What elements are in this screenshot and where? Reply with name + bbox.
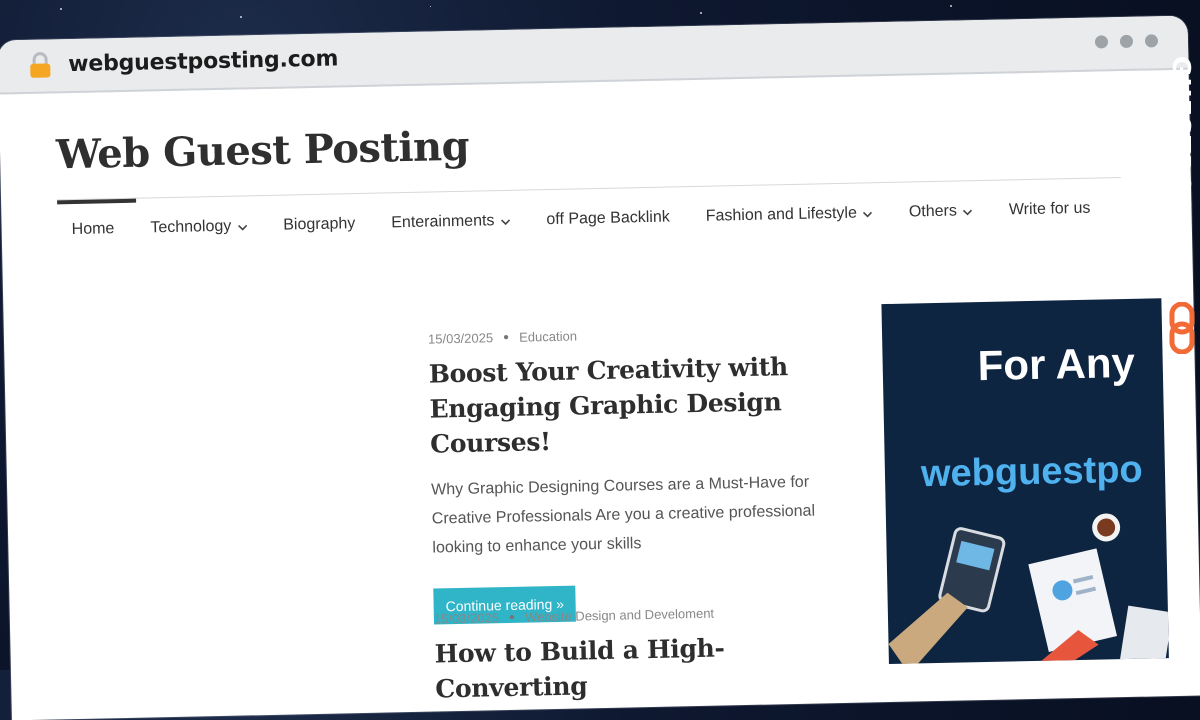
post-category[interactable]: Education	[519, 328, 577, 344]
browser-window: webguestposting.com Web Guest Posting Ho…	[0, 15, 1200, 720]
nav-item-label: off Page Backlink	[546, 208, 670, 229]
nav-item-write-for-us[interactable]: Write for us	[994, 179, 1112, 219]
post-card: 15/03/2025 ● Education Boost Your Creati…	[428, 323, 844, 625]
chevron-down-icon	[963, 207, 973, 217]
window-controls	[1094, 34, 1159, 49]
nav-item-label: Technology	[150, 217, 232, 237]
nav-item-others[interactable]: Others	[894, 182, 995, 222]
chevron-down-icon	[237, 222, 247, 232]
site-title[interactable]: Web Guest Posting	[56, 123, 470, 179]
nav-item-label: Write for us	[1008, 199, 1091, 219]
nav-item-label: Home	[71, 220, 115, 239]
nav-item-fashion-lifestyle[interactable]: Fashion and Lifestyle	[691, 184, 895, 226]
post-title[interactable]: How to Build a High-Converting	[434, 628, 845, 707]
sidebar-ad-banner[interactable]: For Any webguestpo	[881, 298, 1169, 665]
nav-item-off-page-backlink[interactable]: off Page Backlink	[532, 188, 692, 229]
address-bar: webguestposting.com	[0, 15, 1189, 95]
meta-separator: ●	[508, 611, 516, 623]
post-title[interactable]: Boost Your Creativity with Engaging Grap…	[428, 348, 840, 462]
lock-icon	[26, 51, 55, 80]
ad-illustration	[888, 513, 1169, 665]
nav-item-biography[interactable]: Biography	[269, 195, 378, 235]
nav-item-home[interactable]: Home	[57, 200, 136, 240]
window-dot[interactable]	[1119, 34, 1134, 49]
link-icon	[1168, 301, 1196, 359]
chevron-down-icon	[863, 209, 873, 219]
post-date[interactable]: 15/03/2025	[434, 610, 499, 626]
nav-item-label: Biography	[283, 215, 356, 234]
post-excerpt: Why Graphic Designing Courses are a Must…	[431, 473, 816, 557]
post-card: 15/03/2025 ● Website Design and Develome…	[434, 603, 846, 707]
brand-wordmark: GUESTPOSTLINKS	[1167, 56, 1196, 322]
nav-item-label: Others	[908, 202, 958, 221]
nav-item-label: Enterainments	[391, 212, 495, 232]
browser-frame: webguestposting.com Web Guest Posting Ho…	[0, 0, 1200, 720]
star	[60, 8, 62, 10]
chevron-down-icon	[500, 217, 511, 227]
nav-item-label: Fashion and Lifestyle	[705, 204, 858, 225]
post-meta: 15/03/2025 ● Education	[428, 323, 838, 346]
ad-site-name: webguestpo	[920, 448, 1144, 496]
post-category[interactable]: Website Design and Develoment	[525, 606, 714, 625]
url-text[interactable]: webguestposting.com	[68, 46, 338, 77]
nav-item-technology[interactable]: Technology	[136, 197, 270, 238]
nav-item-enterainments[interactable]: Enterainments	[377, 191, 533, 232]
meta-separator: ●	[502, 331, 510, 344]
ad-headline: For Any	[977, 338, 1136, 390]
window-dot[interactable]	[1094, 35, 1109, 49]
post-date[interactable]: 15/03/2025	[428, 330, 493, 346]
window-dot[interactable]	[1144, 34, 1159, 48]
